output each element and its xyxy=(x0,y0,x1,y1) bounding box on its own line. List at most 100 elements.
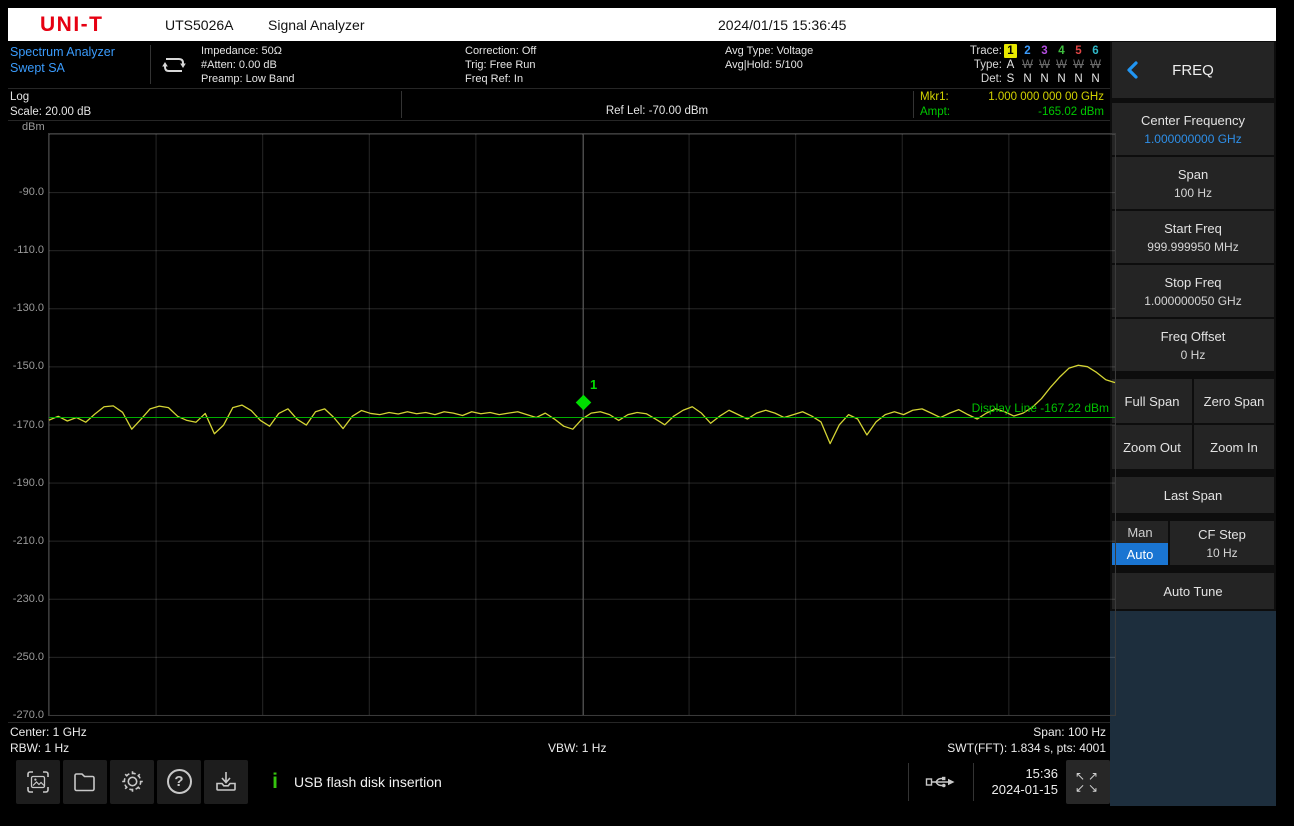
impedance-value: Impedance: 50Ω xyxy=(201,44,465,58)
separator xyxy=(913,91,914,118)
mode-line2: Swept SA xyxy=(10,60,150,76)
span-value: 100 Hz xyxy=(1174,186,1212,200)
center-frequency-value: 1.000000000 GHz xyxy=(1144,132,1241,146)
clock-date: 2024-01-15 xyxy=(974,782,1058,798)
cf-step-value: 10 Hz xyxy=(1206,546,1237,560)
trace-slot-5[interactable]: 5 W N xyxy=(1070,44,1087,88)
trace-slot-4[interactable]: 4 W N xyxy=(1053,44,1070,88)
status-bar: Spectrum Analyzer Swept SA Impedance: 50… xyxy=(8,41,1110,89)
freq-offset-button[interactable]: Freq Offset 0 Hz xyxy=(1112,319,1274,371)
man-option[interactable]: Man xyxy=(1112,521,1168,543)
spectrum-trace xyxy=(49,134,1115,715)
trace-slot-1[interactable]: 1 A S xyxy=(1002,44,1019,88)
screenshot-icon xyxy=(25,769,51,795)
scale-bar: Log Scale: 20.00 dB Ref Lel: -70.00 dBm … xyxy=(8,89,1110,121)
fullscreen-button[interactable]: ↖↗↙↘ xyxy=(1066,760,1110,804)
avg-settings: Avg Type: Voltage Avg|Hold: 5/100 xyxy=(725,41,962,88)
marker-readout: Mkr1: 1.000 000 000 00 GHz Ampt: -165.02… xyxy=(920,90,1104,120)
continuous-sweep-button[interactable] xyxy=(151,41,197,88)
freq-offset-label: Freq Offset xyxy=(1161,329,1226,344)
save-download-icon xyxy=(213,769,239,795)
mode-line1: Spectrum Analyzer xyxy=(10,44,150,60)
mode-indicator[interactable]: Spectrum Analyzer Swept SA xyxy=(8,41,150,88)
app-window: UNI-T UTS5026A Signal Analyzer 2024/01/1… xyxy=(8,8,1276,806)
cf-step-button[interactable]: CF Step 10 Hz xyxy=(1170,521,1274,565)
ampt-value: -165.02 dBm xyxy=(1038,105,1104,120)
title-bar: UNI-T UTS5026A Signal Analyzer 2024/01/1… xyxy=(8,8,1276,41)
log-label: Log xyxy=(10,90,91,105)
menu-title: FREQ xyxy=(1172,62,1214,79)
cf-step-man-auto-toggle[interactable]: Man Auto xyxy=(1112,521,1168,565)
freq-menu-panel: FREQ Center Frequency 1.000000000 GHz Sp… xyxy=(1110,41,1276,806)
span-label: Span xyxy=(1178,167,1208,182)
center-frequency-button[interactable]: Center Frequency 1.000000000 GHz xyxy=(1112,103,1274,155)
zero-span-button[interactable]: Zero Span xyxy=(1194,379,1274,423)
help-button[interactable]: ? xyxy=(157,760,201,804)
clock: 15:36 2024-01-15 xyxy=(974,766,1066,798)
file-manager-button[interactable] xyxy=(63,760,107,804)
full-span-button[interactable]: Full Span xyxy=(1112,379,1192,423)
mkr1-frequency: 1.000 000 000 00 GHz xyxy=(988,90,1104,105)
y-axis-tick: -250.0 xyxy=(13,651,44,663)
y-axis-tick: -150.0 xyxy=(13,360,44,372)
fullscreen-icon: ↖↗↙↘ xyxy=(1075,770,1101,794)
freq-offset-value: 0 Hz xyxy=(1181,348,1206,362)
trace-slot-6[interactable]: 6 W N xyxy=(1087,44,1104,88)
screenshot-button[interactable] xyxy=(16,760,60,804)
settings-button[interactable] xyxy=(110,760,154,804)
clock-time: 15:36 xyxy=(974,766,1058,782)
usb-icon xyxy=(925,773,957,791)
avg-type-value: Avg Type: Voltage xyxy=(725,44,962,58)
folder-icon xyxy=(72,769,98,795)
input-settings: Impedance: 50Ω #Atten: 0.00 dB Preamp: L… xyxy=(197,41,465,88)
span-readout: Span: 100 Hz xyxy=(947,724,1106,740)
display-line-label: Display Line -167.22 dBm xyxy=(972,401,1109,415)
atten-value: #Atten: 0.00 dB xyxy=(201,58,465,72)
marker-1-number: 1 xyxy=(590,377,597,392)
spectrum-plot[interactable]: -90.0-110.0-130.0-150.0-170.0-190.0-210.… xyxy=(48,133,1116,716)
auto-option-selected[interactable]: Auto xyxy=(1112,543,1168,565)
uni-t-logo: UNI-T xyxy=(40,13,104,37)
app-title: Signal Analyzer xyxy=(268,17,365,33)
ref-level-value: Ref Lel: -70.00 dBm xyxy=(401,105,913,117)
back-chevron-icon[interactable] xyxy=(1124,60,1140,80)
correction-value: Correction: Off xyxy=(465,44,725,58)
y-axis-tick: -130.0 xyxy=(13,302,44,314)
y-axis-tick: -230.0 xyxy=(13,593,44,605)
scale-value: Scale: 20.00 dB xyxy=(10,105,91,120)
gear-icon xyxy=(119,768,146,795)
info-icon: i xyxy=(264,770,286,794)
start-freq-value: 999.999950 MHz xyxy=(1147,240,1238,254)
menu-header-freq[interactable]: FREQ xyxy=(1112,42,1274,98)
mkr1-label: Mkr1: xyxy=(920,90,949,105)
ampt-label: Ampt: xyxy=(920,105,950,120)
type-row-label: Type: xyxy=(962,58,1002,72)
model-number: UTS5026A xyxy=(165,17,233,33)
last-span-button[interactable]: Last Span xyxy=(1112,477,1274,513)
y-axis-tick: -110.0 xyxy=(14,244,44,256)
det-row-label: Det: xyxy=(962,72,1002,86)
preamp-value: Preamp: Low Band xyxy=(201,72,465,86)
start-freq-button[interactable]: Start Freq 999.999950 MHz xyxy=(1112,211,1274,263)
header-datetime: 2024/01/15 15:36:45 xyxy=(718,17,846,33)
display-line xyxy=(49,417,1115,418)
rbw-readout: RBW: 1 Hz xyxy=(10,740,87,756)
stop-freq-button[interactable]: Stop Freq 1.000000050 GHz xyxy=(1112,265,1274,317)
trace-slot-3[interactable]: 3 W N xyxy=(1036,44,1053,88)
zoom-out-button[interactable]: Zoom Out xyxy=(1112,425,1192,469)
trigger-settings: Correction: Off Trig: Free Run Freq Ref:… xyxy=(465,41,725,88)
freq-ref-value: Freq Ref: In xyxy=(465,72,725,86)
trace-slot-2[interactable]: 2 W N xyxy=(1019,44,1036,88)
span-button[interactable]: Span 100 Hz xyxy=(1112,157,1274,209)
help-icon: ? xyxy=(167,769,192,794)
y-axis-tick: -210.0 xyxy=(13,535,44,547)
zoom-in-button[interactable]: Zoom In xyxy=(1194,425,1274,469)
bottom-toolbar: ? i USB flash disk insertion xyxy=(8,757,1110,806)
y-axis-tick: -90.0 xyxy=(19,186,44,198)
auto-tune-button[interactable]: Auto Tune xyxy=(1112,573,1274,609)
analyzer-screen: UNI-T UTS5026A Signal Analyzer 2024/01/1… xyxy=(0,0,1294,826)
save-button[interactable] xyxy=(204,760,248,804)
trace-row-label: Trace: xyxy=(962,44,1002,58)
usb-status xyxy=(909,773,973,791)
swt-readout: SWT(FFT): 1.834 s, pts: 4001 xyxy=(947,740,1106,756)
